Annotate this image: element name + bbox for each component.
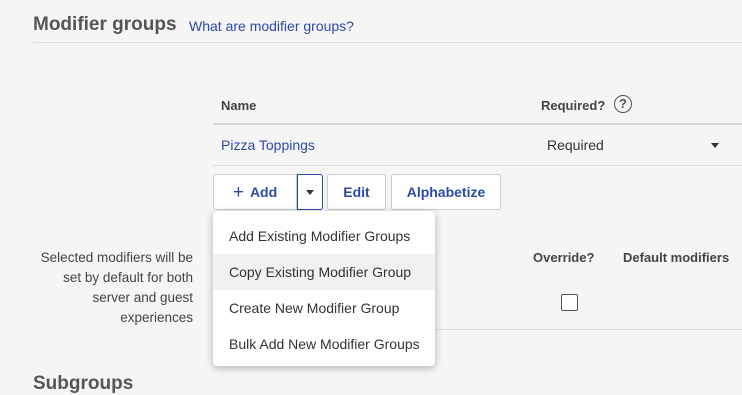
subgroups-section-title: Subgroups xyxy=(33,373,134,394)
section-title: Modifier groups xyxy=(33,14,177,35)
required-select-value: Required xyxy=(547,137,604,153)
menu-item-copy-existing[interactable]: Copy Existing Modifier Group xyxy=(213,254,435,290)
add-button-label: Add xyxy=(249,184,278,200)
chevron-down-icon xyxy=(711,143,719,148)
section-divider xyxy=(33,42,742,43)
help-circle-icon[interactable]: ? xyxy=(614,95,632,113)
caret-down-icon xyxy=(306,189,314,195)
add-button[interactable]: + Add xyxy=(213,174,297,210)
what-are-modifier-groups-link[interactable]: What are modifier groups? xyxy=(189,18,354,34)
edit-button[interactable]: Edit xyxy=(327,174,386,210)
table-row-divider xyxy=(213,165,742,166)
menu-item-create-new[interactable]: Create New Modifier Group xyxy=(213,290,435,326)
table-header-divider xyxy=(213,123,742,125)
required-select[interactable]: Required xyxy=(539,130,729,160)
override-column-header: Override? xyxy=(533,250,595,265)
column-header-name: Name xyxy=(221,98,257,113)
add-dropdown-menu: Add Existing Modifier Groups Copy Existi… xyxy=(213,211,435,366)
default-modifiers-note: Selected modifiers will be set by defaul… xyxy=(40,250,193,325)
menu-item-add-existing[interactable]: Add Existing Modifier Groups xyxy=(213,218,435,254)
alphabetize-button[interactable]: Alphabetize xyxy=(391,174,501,210)
menu-item-bulk-add[interactable]: Bulk Add New Modifier Groups xyxy=(213,326,435,362)
override-checkbox[interactable] xyxy=(561,294,578,311)
modifier-group-name-link[interactable]: Pizza Toppings xyxy=(221,137,315,153)
default-modifiers-column-header: Default modifiers xyxy=(623,250,730,265)
add-dropdown-toggle-button[interactable] xyxy=(297,174,323,210)
plus-icon: + xyxy=(232,181,244,203)
column-header-required: Required? xyxy=(541,98,606,113)
